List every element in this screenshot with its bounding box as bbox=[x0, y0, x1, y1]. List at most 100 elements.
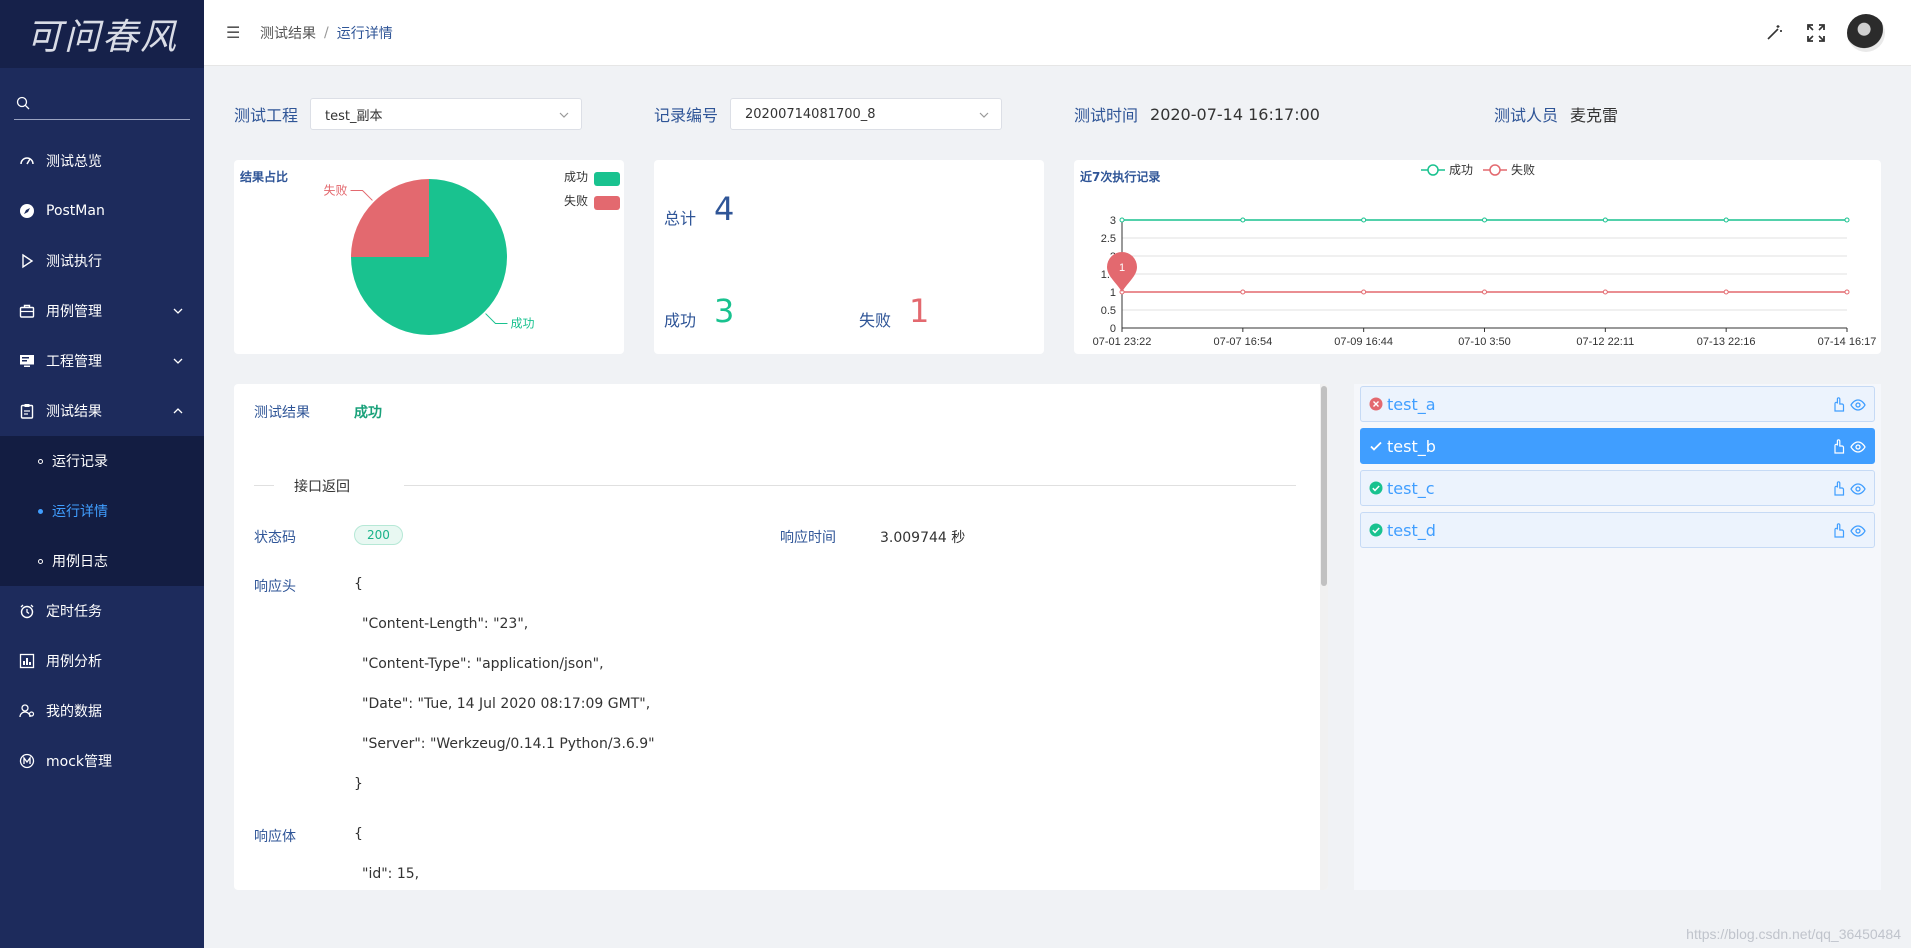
hamburger-menu-icon[interactable]: ☰ bbox=[226, 23, 242, 42]
play-icon bbox=[18, 252, 36, 270]
section-divider bbox=[404, 485, 1296, 486]
line-point bbox=[1361, 289, 1367, 295]
body-line: { bbox=[354, 826, 363, 842]
sidebar-item-mock-management[interactable]: mock管理 bbox=[0, 736, 204, 786]
success-label: 成功 bbox=[664, 311, 697, 330]
response-time-value: 3.009744 秒 bbox=[880, 530, 966, 546]
breadcrumb-item-current: 运行详情 bbox=[336, 25, 393, 42]
breadcrumb-item[interactable]: 测试结果 bbox=[260, 23, 316, 43]
detail-scrollbar[interactable] bbox=[1320, 384, 1328, 890]
project-select[interactable]: test_副本 bbox=[310, 98, 583, 130]
x-tick-label: 07-10 3:50 bbox=[1458, 336, 1511, 348]
record-select[interactable]: 20200714081700_8 bbox=[730, 98, 1003, 130]
sidebar-item-execute[interactable]: 测试执行 bbox=[0, 236, 204, 286]
eye-icon[interactable] bbox=[1850, 439, 1866, 455]
headers-line: "Content-Length": "23", bbox=[362, 616, 529, 632]
test-time: 测试时间 2020-07-14 16:17:00 bbox=[1074, 98, 1320, 130]
legend-marker bbox=[1427, 164, 1439, 176]
hand-pointer-icon[interactable] bbox=[1830, 397, 1846, 413]
sidebar-item-case-analysis[interactable]: 用例分析 bbox=[0, 636, 204, 686]
case-item-test-b[interactable]: test_b bbox=[1360, 428, 1875, 464]
body-line: "id": 15, bbox=[362, 866, 420, 882]
fullscreen-icon[interactable] bbox=[1805, 22, 1827, 44]
chevron-down-icon bbox=[173, 358, 183, 364]
test-time-value: 2020-07-14 16:17:00 bbox=[1150, 104, 1320, 124]
sidebar-item-project-management[interactable]: 工程管理 bbox=[0, 336, 204, 386]
sidebar-subitem-case-logs[interactable]: 用例日志 bbox=[0, 536, 204, 586]
sidebar-item-scheduled-tasks[interactable]: 定时任务 bbox=[0, 586, 204, 636]
sidebar-item-overview[interactable]: 测试总览 bbox=[0, 136, 204, 186]
project-label: 测试工程 bbox=[234, 106, 299, 125]
monitor-icon bbox=[18, 352, 36, 370]
breadcrumb: 测试结果 / 运行详情 bbox=[260, 23, 393, 43]
line-chart-title: 近7次执行记录 bbox=[1080, 170, 1161, 184]
case-item-test-a[interactable]: test_a bbox=[1360, 386, 1875, 422]
sidebar-item-test-results[interactable]: 测试结果 bbox=[0, 386, 204, 436]
total-value: 4 bbox=[714, 190, 735, 228]
case-list-panel: test_a test_b test_c test_d bbox=[1354, 384, 1881, 890]
sidebar-search[interactable] bbox=[14, 90, 190, 120]
sidebar-subitem-run-details[interactable]: 运行详情 bbox=[0, 486, 204, 536]
search-icon bbox=[16, 96, 30, 110]
top-header: ☰ 测试结果 / 运行详情 bbox=[204, 0, 1911, 66]
line-point bbox=[1602, 289, 1608, 295]
legend-label: 失败 bbox=[564, 193, 588, 208]
project-select-value: test_副本 bbox=[325, 108, 383, 124]
sidebar-subitem-label: 运行详情 bbox=[52, 504, 108, 520]
case-actions bbox=[1826, 481, 1866, 497]
line-point bbox=[1361, 217, 1367, 223]
chevron-up-icon bbox=[173, 408, 183, 414]
body-label: 响应体 bbox=[254, 829, 296, 845]
tester-value: 麦克雷 bbox=[1570, 106, 1619, 125]
filter-row: 测试工程 test_副本 记录编号 20200714081700_8 测试时间 … bbox=[234, 98, 1881, 130]
case-name: test_c bbox=[1387, 478, 1435, 498]
y-tick-label: 1 bbox=[1110, 287, 1116, 299]
legend-marker bbox=[1489, 164, 1501, 176]
case-item-test-c[interactable]: test_c bbox=[1360, 470, 1875, 506]
case-actions bbox=[1826, 523, 1866, 539]
case-item-test-d[interactable]: test_d bbox=[1360, 512, 1875, 548]
x-tick-label: 07-12 22:11 bbox=[1576, 336, 1634, 348]
headers-line: "Content-Type": "application/json", bbox=[362, 656, 604, 672]
scrollbar-thumb[interactable] bbox=[1321, 386, 1327, 586]
case-actions bbox=[1826, 397, 1866, 413]
sidebar-item-postman[interactable]: PostMan bbox=[0, 186, 204, 236]
fail-value: 1 bbox=[909, 292, 930, 330]
sidebar-item-label: 用例分析 bbox=[46, 654, 102, 670]
sidebar-item-label: 我的数据 bbox=[46, 704, 102, 720]
status-code-label: 状态码 bbox=[254, 530, 296, 546]
sidebar-item-label: PostMan bbox=[46, 203, 105, 219]
test-time-label: 测试时间 bbox=[1074, 106, 1139, 125]
header-actions bbox=[1763, 14, 1885, 52]
sidebar-item-label: 用例管理 bbox=[46, 304, 102, 320]
headers-label: 响应头 bbox=[254, 579, 296, 595]
avatar[interactable] bbox=[1847, 14, 1885, 52]
sidebar-subitem-run-records[interactable]: 运行记录 bbox=[0, 436, 204, 486]
mock-icon bbox=[18, 752, 36, 770]
sidebar-item-label: mock管理 bbox=[46, 754, 113, 770]
eye-icon[interactable] bbox=[1850, 481, 1866, 497]
result-value: 成功 bbox=[354, 405, 382, 421]
status-badge: 200 bbox=[354, 525, 403, 545]
headers-line: "Date": "Tue, 14 Jul 2020 08:17:09 GMT", bbox=[362, 696, 651, 712]
sidebar-item-label: 测试执行 bbox=[46, 254, 102, 270]
fail-status-icon bbox=[1369, 397, 1383, 411]
eye-icon[interactable] bbox=[1850, 523, 1866, 539]
headers-line: } bbox=[354, 776, 363, 792]
magic-wand-icon[interactable] bbox=[1763, 22, 1785, 44]
line-chart: 00.511.522.5307-01 23:2207-07 16:5407-09… bbox=[1093, 162, 1877, 348]
logo[interactable]: 可问春风 bbox=[0, 0, 204, 68]
hand-pointer-icon[interactable] bbox=[1830, 439, 1846, 455]
pie-label-line bbox=[485, 313, 508, 324]
chevron-down-icon bbox=[173, 308, 183, 314]
eye-icon[interactable] bbox=[1850, 397, 1866, 413]
line-point bbox=[1119, 217, 1125, 223]
hand-pointer-icon[interactable] bbox=[1830, 523, 1846, 539]
y-tick-label: 0.5 bbox=[1101, 305, 1116, 317]
sidebar-item-case-management[interactable]: 用例管理 bbox=[0, 286, 204, 336]
pie-chart-card: 结果占比 成功 失败 成功 失败 bbox=[234, 160, 624, 354]
line-point bbox=[1723, 289, 1729, 295]
success-status-icon bbox=[1369, 523, 1383, 537]
sidebar-item-my-data[interactable]: 我的数据 bbox=[0, 686, 204, 736]
hand-pointer-icon[interactable] bbox=[1830, 481, 1846, 497]
